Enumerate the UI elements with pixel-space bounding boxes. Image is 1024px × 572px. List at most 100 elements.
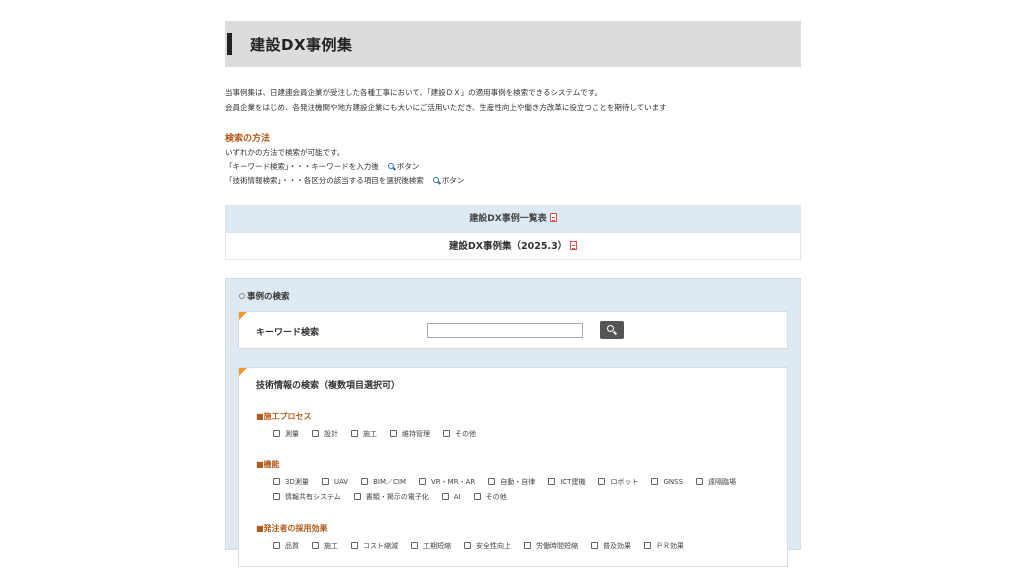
checkbox-option[interactable]: 3D測量 — [273, 475, 309, 490]
checkbox[interactable] — [353, 493, 361, 500]
search-icon — [432, 177, 440, 184]
keyword-input[interactable] — [427, 323, 583, 338]
checkbox-option[interactable]: 測量 — [273, 427, 299, 442]
checkbox[interactable] — [351, 430, 358, 437]
checkbox[interactable] — [488, 478, 496, 485]
search-section-title-label: 事例の検索 — [247, 292, 290, 302]
option-list: 品質 施工 コスト縮減 工期短縮 安全性向上 労働時間短縮 普及効果 ＰＲ効果 — [273, 539, 697, 554]
howto-line-3: 「技術情報検索」・・・各区分の該当する項目を選択後検索 ボタン — [225, 174, 801, 188]
checkbox[interactable] — [651, 478, 659, 485]
checkbox[interactable] — [591, 542, 598, 549]
checkbox-label: 情報共有システム — [285, 493, 341, 501]
checkbox-option[interactable]: その他 — [443, 427, 476, 442]
pdf-icon — [570, 241, 578, 250]
checkbox-option[interactable]: AI — [441, 490, 461, 505]
case-book-link[interactable]: 建設DX事例集（2025.3） — [226, 232, 800, 259]
checkbox[interactable] — [598, 478, 606, 485]
checkbox-option[interactable]: 施工 — [312, 539, 338, 554]
checkbox-option[interactable]: 普及効果 — [591, 539, 631, 554]
corner-accent — [239, 368, 247, 376]
circle-bullet-icon — [239, 293, 245, 299]
checkbox[interactable] — [411, 542, 418, 549]
checkbox-label: その他 — [455, 430, 476, 438]
tech-search-card: 技術情報の検索（複数項目選択可） ■施工プロセス 測量 設計 施工 維持管理 その他 ■… — [238, 367, 788, 567]
corner-accent — [239, 312, 247, 320]
search-section-title: 事例の検索 — [239, 290, 788, 303]
title-marker — [227, 33, 232, 55]
checkbox-label: 維持管理 — [402, 430, 430, 438]
case-book-link-label: 建設DX事例集（2025.3） — [448, 241, 568, 252]
checkbox-option[interactable]: その他 — [473, 490, 507, 505]
checkbox[interactable] — [312, 542, 319, 549]
checkbox-label: 設計 — [324, 430, 338, 438]
checkbox-option[interactable]: VR・MR・AR — [419, 475, 475, 490]
checkbox-option[interactable]: 書類・掲示の電子化 — [353, 490, 429, 505]
checkbox-option[interactable]: BIM／CIM — [361, 475, 406, 490]
checkbox-option[interactable]: 設計 — [312, 427, 338, 442]
checkbox[interactable] — [312, 430, 319, 437]
checkbox-label: VR・MR・AR — [431, 478, 476, 486]
checkbox-label: 労働時間短縮 — [536, 542, 578, 550]
checkbox[interactable] — [696, 478, 704, 485]
case-list-header[interactable]: 建設DX事例一覧表 — [226, 206, 800, 232]
checkbox-option[interactable]: 品質 — [273, 539, 299, 554]
checkbox-option[interactable]: ＰＲ効果 — [644, 539, 684, 554]
intro-line-1: 当事例集は、日建連会員企業が受注した各種工事において、「建設ＤＸ」の適用事例を検… — [225, 88, 603, 97]
search-icon — [387, 163, 395, 170]
checkbox[interactable] — [644, 542, 651, 549]
intro-text: 当事例集は、日建連会員企業が受注した各種工事において、「建設ＤＸ」の適用事例を検… — [225, 85, 801, 115]
checkbox-label: 工期短縮 — [423, 542, 451, 550]
checkbox[interactable] — [441, 493, 449, 500]
checkbox-label: 施工 — [324, 542, 338, 550]
checkbox-label: BIM／CIM — [373, 478, 407, 486]
checkbox-option[interactable]: ロボット — [598, 475, 638, 490]
checkbox-option[interactable]: 施工 — [351, 427, 377, 442]
tech-search-title: 技術情報の検索（複数項目選択可） — [256, 381, 401, 391]
checkbox-label: 測量 — [285, 430, 299, 438]
checkbox[interactable] — [443, 430, 450, 437]
checkbox[interactable] — [548, 478, 556, 485]
checkbox-label: 3D測量 — [285, 478, 309, 486]
checkbox-option[interactable]: UAV — [321, 475, 349, 490]
group-process: ■施工プロセス 測量 設計 施工 維持管理 その他 — [256, 411, 489, 442]
checkbox[interactable] — [419, 478, 427, 485]
checkbox-option[interactable]: 自動・自律 — [488, 475, 535, 490]
checkbox-option[interactable]: ICT建機 — [548, 475, 585, 490]
checkbox[interactable] — [273, 493, 280, 500]
checkbox-option[interactable]: コスト縮減 — [351, 539, 398, 554]
checkbox[interactable] — [273, 478, 280, 485]
checkbox[interactable] — [361, 478, 369, 485]
checkbox-label: ICT建機 — [560, 478, 586, 486]
checkbox[interactable] — [473, 493, 481, 500]
checkbox-option[interactable]: 遠隔臨場 — [696, 475, 736, 490]
keyword-search-label: キーワード検索 — [256, 328, 320, 338]
title-bar: 建設DX事例集 — [225, 21, 801, 67]
checkbox-option[interactable]: 労働時間短縮 — [524, 539, 578, 554]
checkbox[interactable] — [524, 542, 531, 549]
search-panel: 事例の検索 キーワード検索 技術情報の検索（複数項目選択可） ■施工プロセス 測… — [225, 278, 801, 567]
group-effects: ■発注者の採用効果 品質 施工 コスト縮減 工期短縮 安全性向上 労働時間短縮 普及効果 ＰＲ… — [256, 523, 697, 554]
checkbox-option[interactable]: 安全性向上 — [464, 539, 511, 554]
checkbox[interactable] — [273, 430, 280, 437]
keyword-search-card: キーワード検索 — [238, 311, 788, 349]
checkbox-label: UAV — [333, 478, 349, 486]
checkbox[interactable] — [273, 542, 280, 549]
group-title: ■発注者の採用効果 — [256, 524, 328, 533]
checkbox-label: ＰＲ効果 — [656, 542, 684, 550]
howto-tech-text: 「技術情報検索」・・・各区分の該当する項目を選択後検索 — [225, 176, 424, 185]
group-title: ■施工プロセス — [256, 412, 312, 421]
checkbox[interactable] — [351, 542, 358, 549]
checkbox[interactable] — [390, 430, 397, 437]
checkbox-option[interactable]: GNSS — [651, 475, 683, 490]
checkbox[interactable] — [321, 478, 329, 485]
howto-line-2: 「キーワード検索」・・・キーワードを入力後 ボタン — [225, 160, 801, 174]
checkbox-option[interactable]: 情報共有システム — [273, 490, 341, 505]
page-title: 建設DX事例集 — [250, 36, 353, 54]
checkbox-label: 遠隔臨場 — [708, 478, 737, 486]
checkbox-option[interactable]: 工期短縮 — [411, 539, 451, 554]
search-icon-handle — [612, 330, 618, 336]
checkbox[interactable] — [464, 542, 471, 549]
intro-line-2: 会員企業をはじめ、各発注機関や地方建設企業にも大いにご活用いただき、生産性向上や… — [225, 103, 667, 112]
checkbox-option[interactable]: 維持管理 — [390, 427, 430, 442]
keyword-search-button[interactable] — [600, 321, 624, 339]
